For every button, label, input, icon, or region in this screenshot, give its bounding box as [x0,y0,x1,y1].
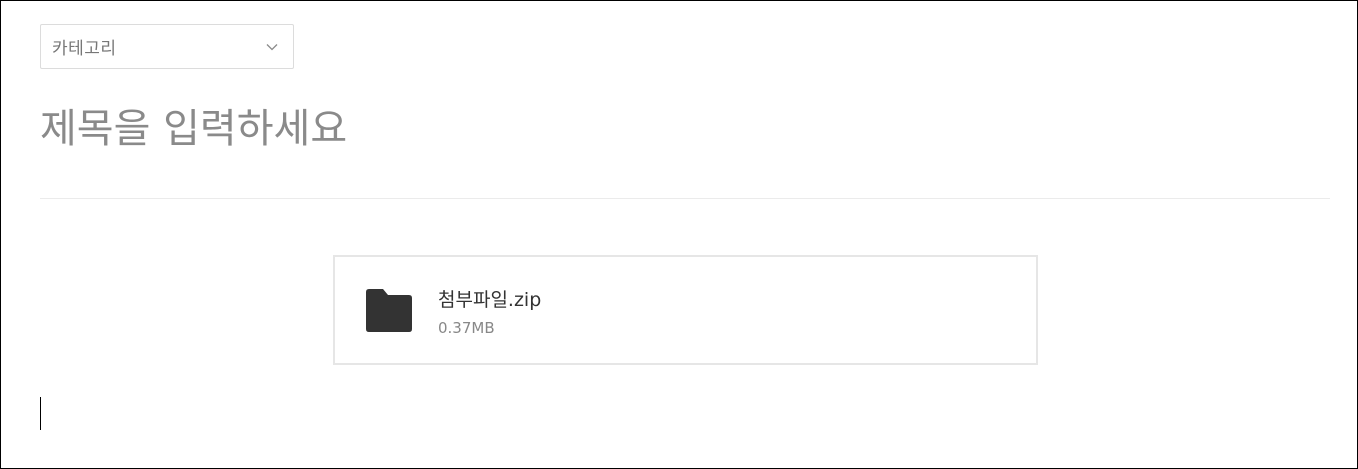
text-cursor [40,397,41,430]
attachment-file-size: 0.37MB [438,319,495,337]
title-divider [40,198,1330,199]
category-dropdown[interactable]: 카테고리 [40,24,294,69]
attachment-file-name: 첨부파일.zip [438,289,542,311]
post-editor: 카테고리 첨부파일.zip 0.37MB [0,0,1358,469]
category-label: 카테고리 [52,39,117,59]
folder-icon [366,289,412,332]
title-input[interactable] [40,97,1330,161]
chevron-down-icon [265,40,279,54]
attachment-card[interactable]: 첨부파일.zip 0.37MB [333,255,1038,365]
